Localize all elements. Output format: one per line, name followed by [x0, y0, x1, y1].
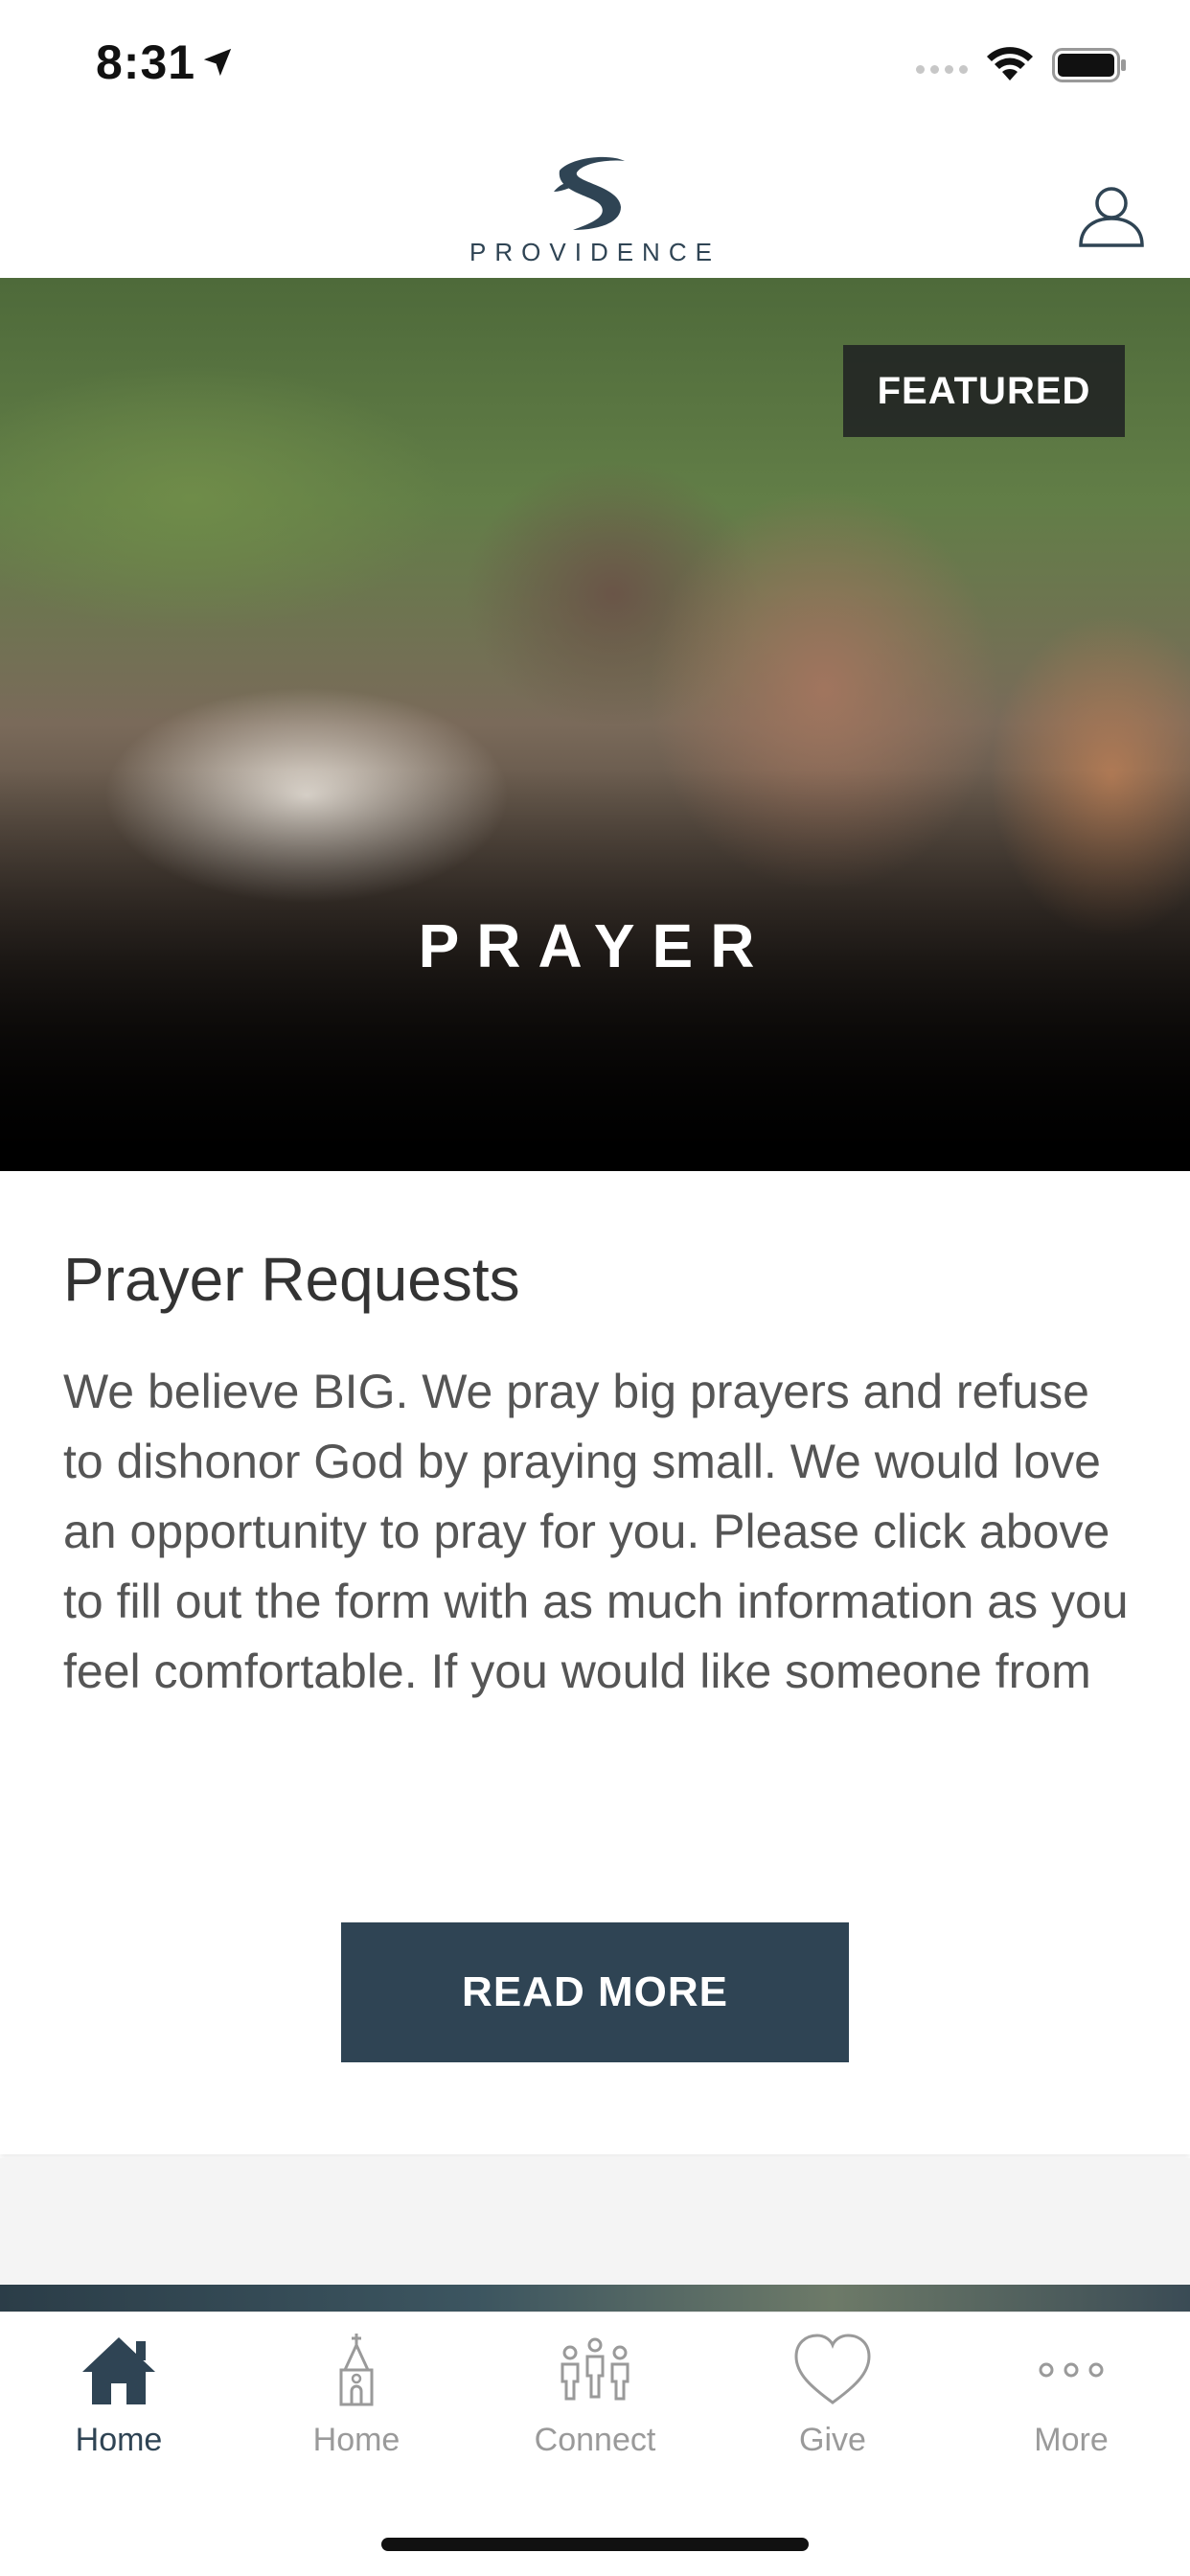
battery-icon — [1052, 48, 1126, 82]
featured-badge: FEATURED — [843, 345, 1125, 437]
featured-card[interactable]: FEATURED PRAYER Prayer Requests We belie… — [0, 278, 1190, 2154]
tab-bar: Home Home Connect Give More — [0, 2312, 1190, 2576]
tab-label: Home — [75, 2422, 163, 2458]
home-indicator — [381, 2538, 809, 2551]
status-bar: 8:31 — [0, 0, 1190, 134]
tab-connect[interactable]: Connect — [476, 2332, 714, 2475]
tab-more[interactable]: More — [952, 2332, 1190, 2475]
location-arrow-icon — [203, 48, 232, 77]
read-more-button[interactable]: READ MORE — [341, 1922, 849, 2062]
ellipsis-icon — [1039, 2362, 1104, 2378]
heart-icon — [794, 2334, 871, 2404]
next-card-peek[interactable] — [0, 2285, 1190, 2313]
tab-give[interactable]: Give — [714, 2332, 951, 2475]
cellular-signal-icon — [916, 65, 968, 74]
tab-home[interactable]: Home — [0, 2332, 238, 2475]
tab-label: More — [1034, 2422, 1109, 2458]
status-time: 8:31 — [96, 35, 196, 89]
card-body: We believe BIG. We pray big prayers and … — [63, 1365, 1129, 1698]
church-icon — [339, 2334, 374, 2406]
app-header: PROVIDENCE — [0, 134, 1190, 278]
tab-label: Home — [312, 2422, 400, 2458]
hero-image[interactable]: FEATURED PRAYER — [0, 278, 1190, 1171]
house-icon — [82, 2337, 155, 2404]
tab-label: Connect — [534, 2422, 656, 2458]
card-title: Prayer Requests — [63, 1245, 520, 1314]
hero-title: PRAYER — [418, 911, 772, 980]
tab-label: Give — [799, 2422, 866, 2458]
providence-logo-icon — [554, 156, 625, 230]
wifi-icon — [987, 47, 1033, 80]
tab-church[interactable]: Home — [238, 2332, 475, 2475]
profile-icon[interactable] — [1077, 180, 1146, 249]
people-icon — [561, 2337, 629, 2401]
logo-text: PROVIDENCE — [469, 238, 721, 266]
